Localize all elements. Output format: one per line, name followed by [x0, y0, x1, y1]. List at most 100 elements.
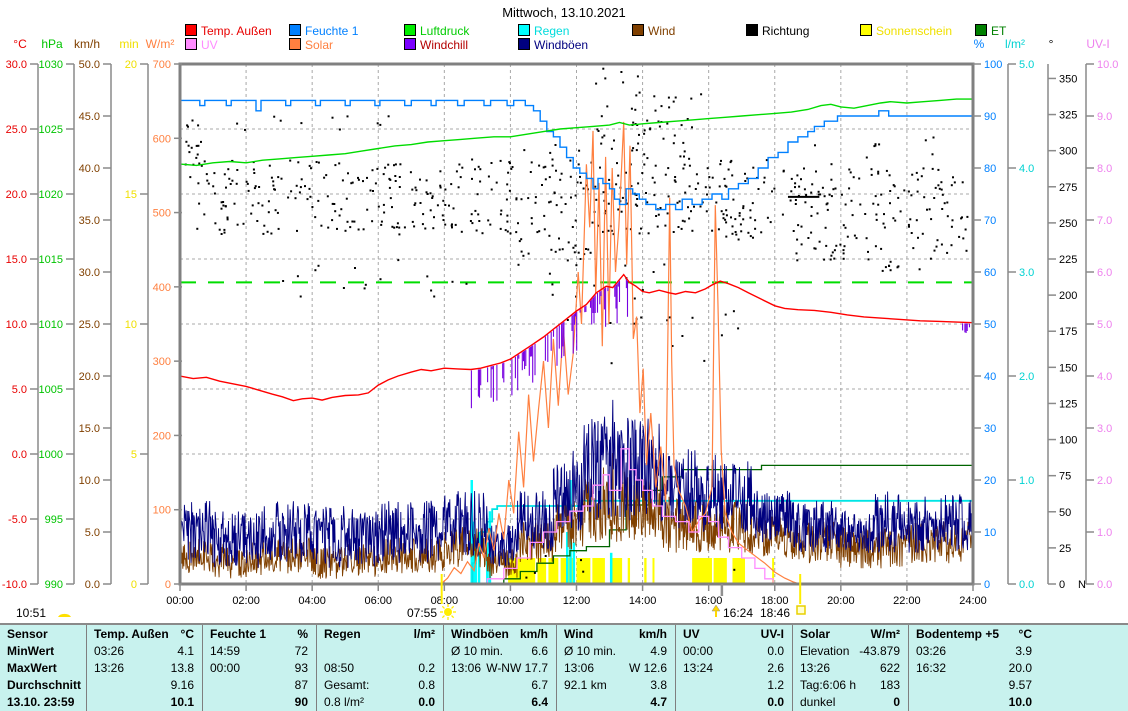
stat-value: 87 — [295, 677, 308, 694]
stat-value: 6.7 — [531, 677, 548, 694]
stat-value: 4.1 — [177, 643, 194, 660]
svg-text:5.0: 5.0 — [85, 527, 100, 539]
svg-text:35.0: 35.0 — [79, 215, 100, 227]
stat-value: 10.1 — [171, 694, 194, 711]
svg-text:350: 350 — [1059, 73, 1077, 85]
svg-text:175: 175 — [1059, 326, 1077, 338]
sensor-name: Wind — [564, 626, 593, 643]
svg-text:-5.0: -5.0 — [8, 514, 27, 526]
table-label-column: SensorMinWertMaxWertDurchschnitt13.10. 2… — [0, 625, 86, 711]
table-col-feuchte-1: Feuchte 1%14:597200:00938790 — [202, 625, 316, 711]
svg-text:50: 50 — [1059, 507, 1071, 519]
stat-value: W-NW 17.7 — [486, 660, 548, 677]
sensor-name: Windböen — [451, 626, 509, 643]
sensor-name: Temp. Außen — [94, 626, 169, 643]
svg-text:20.0: 20.0 — [6, 189, 27, 201]
svg-text:200: 200 — [153, 430, 171, 442]
sunrise-label: 07:55 — [407, 606, 437, 620]
sensor-unit: W/m² — [871, 626, 900, 643]
svg-text:1010: 1010 — [39, 319, 63, 331]
svg-text:25.0: 25.0 — [79, 319, 100, 331]
svg-text:1.0: 1.0 — [1019, 475, 1034, 487]
table-col-bodentemp-5: Bodentemp +5°C03:263.916:3220.09.5710.0 — [908, 625, 1128, 711]
sensor-unit: km/h — [520, 626, 548, 643]
svg-text:0: 0 — [984, 579, 990, 591]
svg-text:50.0: 50.0 — [79, 59, 100, 71]
svg-text:45.0: 45.0 — [79, 111, 100, 123]
svg-text:20: 20 — [984, 475, 996, 487]
svg-text:06:00: 06:00 — [364, 595, 392, 607]
svg-text:15.0: 15.0 — [79, 423, 100, 435]
stat-value: 10.0 — [1009, 694, 1032, 711]
svg-text:km/h: km/h — [74, 37, 100, 51]
stat-value: 9.16 — [171, 677, 194, 694]
svg-text:125: 125 — [1059, 398, 1077, 410]
sunset-label: 18:46 — [760, 606, 790, 620]
sun-icon — [440, 604, 456, 620]
sensor-unit: °C — [1019, 626, 1032, 643]
stat-time: 03:26 — [94, 643, 124, 660]
stat-time: 13:26 — [94, 660, 124, 677]
svg-text:04:00: 04:00 — [298, 595, 326, 607]
sensor-name: Bodentemp +5 — [916, 626, 999, 643]
row-label: MinWert — [7, 643, 54, 660]
stat-time: 00:00 — [683, 643, 713, 660]
svg-text:40: 40 — [984, 371, 996, 383]
stat-value: 20.0 — [1009, 660, 1032, 677]
sensor-name: Solar — [800, 626, 830, 643]
svg-text:4.0: 4.0 — [1097, 371, 1112, 383]
svg-text:300: 300 — [1059, 146, 1077, 158]
svg-text:5.0: 5.0 — [1019, 59, 1034, 71]
series-layer — [180, 68, 973, 584]
svg-text:3.0: 3.0 — [1019, 267, 1034, 279]
svg-text:400: 400 — [153, 282, 171, 294]
stat-value: 90 — [295, 694, 308, 711]
svg-text:16:00: 16:00 — [695, 595, 723, 607]
svg-text:0: 0 — [1059, 579, 1065, 591]
table-col-windb-en: Windböenkm/hØ 10 min.6.613:06W-NW 17.76.… — [443, 625, 556, 711]
stat-value: 0.2 — [418, 660, 435, 677]
svg-text:l/m²: l/m² — [1005, 37, 1025, 51]
sensor-unit: UV-I — [761, 626, 784, 643]
svg-text:700: 700 — [153, 59, 171, 71]
svg-text:500: 500 — [153, 208, 171, 220]
svg-text:8.0: 8.0 — [1097, 163, 1112, 175]
svg-text:15: 15 — [125, 189, 137, 201]
stat-value: 0.0 — [418, 694, 435, 711]
sensor-unit: km/h — [639, 626, 667, 643]
sun-below-horizon-icon — [797, 606, 805, 614]
stat-value: 0.8 — [418, 677, 435, 694]
svg-text:100: 100 — [1059, 435, 1077, 447]
svg-text:250: 250 — [1059, 218, 1077, 230]
svg-text:90: 90 — [984, 111, 996, 123]
sensor-unit: l/m² — [414, 626, 435, 643]
sensor-name: Regen — [324, 626, 361, 643]
svg-text:02:00: 02:00 — [232, 595, 260, 607]
stat-time: Gesamt: — [324, 677, 369, 694]
stat-value: 9.57 — [1009, 677, 1032, 694]
sensor-name: UV — [683, 626, 700, 643]
svg-text:4.0: 4.0 — [1019, 163, 1034, 175]
table-col-regen: Regenl/m²08:500.2Gesamt:0.80.8 l/m²0.0 — [316, 625, 443, 711]
svg-text:1020: 1020 — [39, 189, 63, 201]
stat-value: 622 — [880, 660, 900, 677]
statistics-table: SensorMinWertMaxWertDurchschnitt13.10. 2… — [0, 623, 1128, 711]
svg-text:0.0: 0.0 — [1019, 579, 1034, 591]
svg-text:10.0: 10.0 — [6, 319, 27, 331]
stat-value: 1.2 — [767, 677, 784, 694]
svg-text:14:00: 14:00 — [629, 595, 657, 607]
stat-value: 13.8 — [171, 660, 194, 677]
stat-time: Elevation — [800, 643, 849, 660]
table-col-uv: UVUV-I00:000.013:242.61.20.0 — [675, 625, 792, 711]
svg-text:225: 225 — [1059, 254, 1077, 266]
svg-text:70: 70 — [984, 215, 996, 227]
stat-time: 14:59 — [210, 643, 240, 660]
moon-time-label: 10:51 — [16, 606, 46, 620]
svg-text:10:00: 10:00 — [497, 595, 525, 607]
svg-text:10.0: 10.0 — [79, 475, 100, 487]
weather-chart: °ChPakm/hminW/m²%l/m²°UV-I-10.0-5.00.05.… — [0, 0, 1128, 622]
svg-text:325: 325 — [1059, 110, 1077, 122]
svg-text:%: % — [974, 37, 985, 51]
svg-text:N: N — [1078, 579, 1086, 591]
stat-value: 0.0 — [767, 694, 784, 711]
